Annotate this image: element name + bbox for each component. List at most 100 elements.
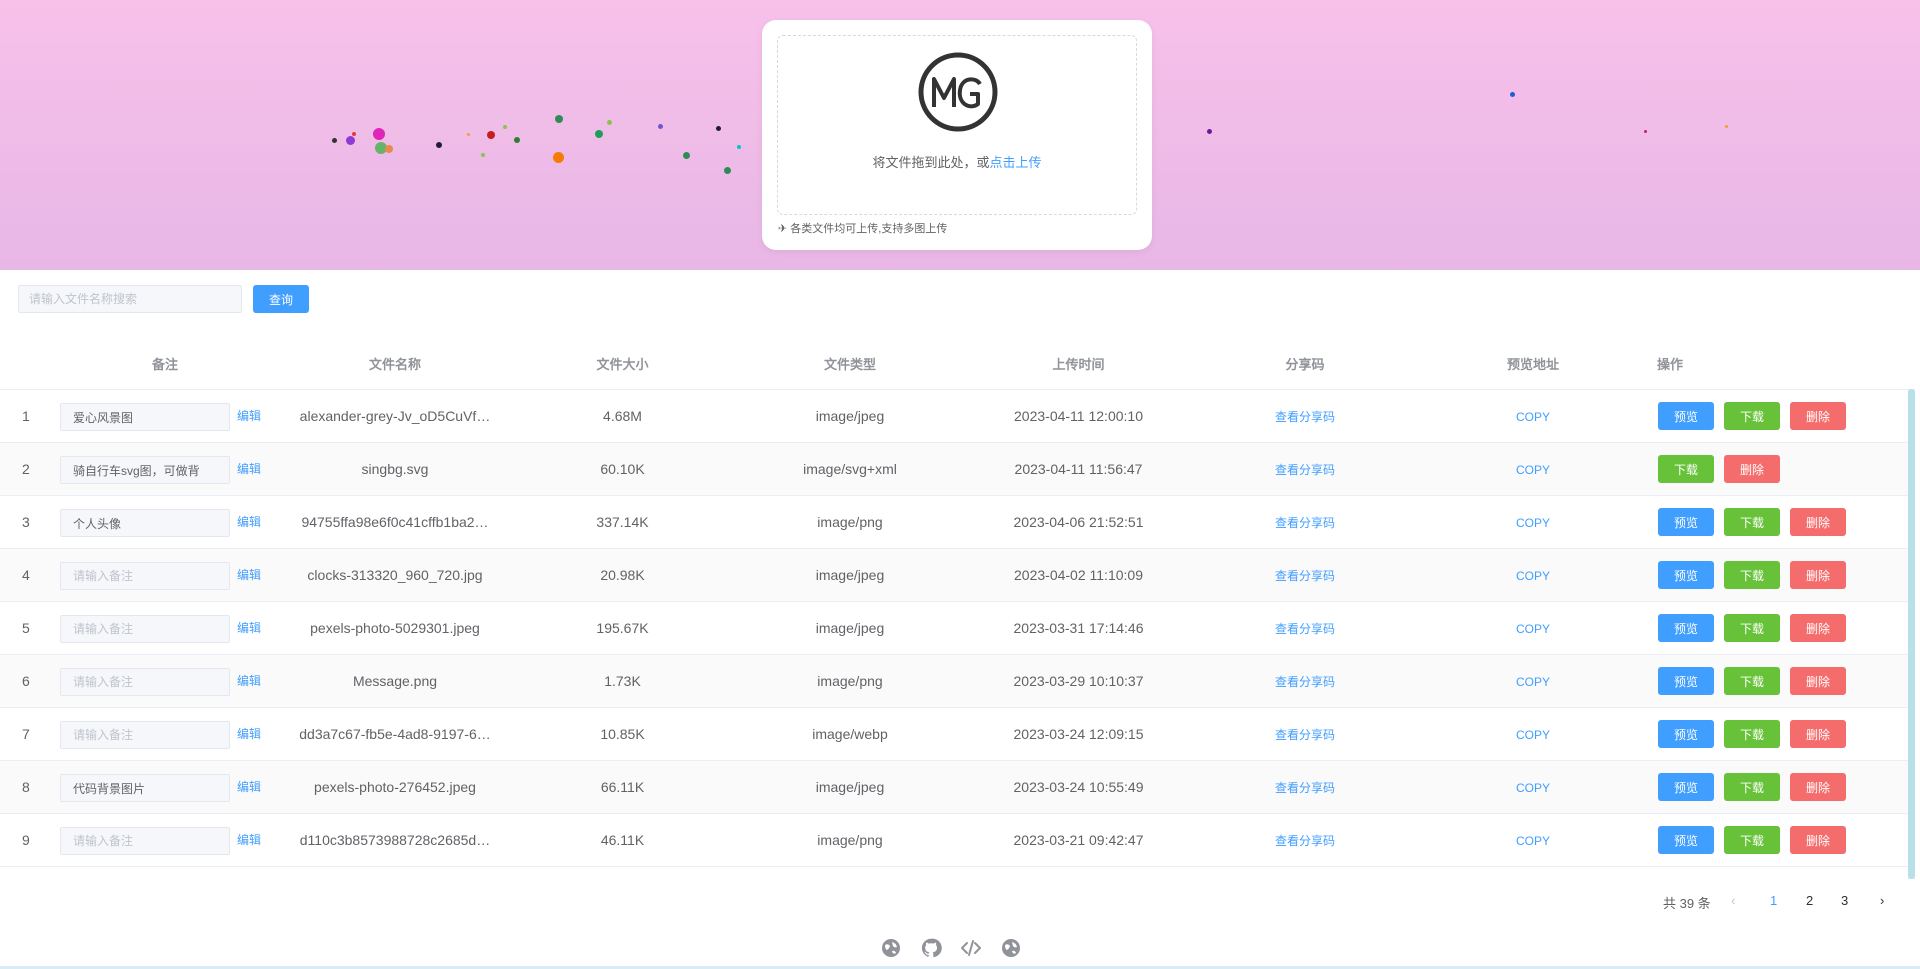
view-share-code-link[interactable]: 查看分享码 xyxy=(1275,834,1335,848)
view-share-code-link[interactable]: 查看分享码 xyxy=(1275,675,1335,689)
preview-button[interactable]: 预览 xyxy=(1658,402,1714,430)
particle-dot xyxy=(385,145,393,153)
pagination-prev-button[interactable]: ‹ xyxy=(1731,893,1735,908)
upload-time: 2023-04-11 11:56:47 xyxy=(1014,461,1143,477)
edit-note-link[interactable]: 编辑 xyxy=(237,496,261,548)
edit-note-link[interactable]: 编辑 xyxy=(237,655,261,707)
table-scrollbar-thumb[interactable] xyxy=(1908,389,1915,879)
header-actions: 操作 xyxy=(1656,357,1683,372)
row-index: 7 xyxy=(22,726,30,742)
particle-dot xyxy=(683,152,690,159)
download-button[interactable]: 下载 xyxy=(1724,826,1780,854)
copy-url-link[interactable]: COPY xyxy=(1516,834,1550,848)
github-icon[interactable] xyxy=(920,937,942,959)
code-icon[interactable] xyxy=(960,937,982,959)
copy-url-link[interactable]: COPY xyxy=(1516,569,1550,583)
preview-url-cell: COPY xyxy=(1433,496,1633,548)
preview-button[interactable]: 预览 xyxy=(1658,720,1714,748)
copy-url-link[interactable]: COPY xyxy=(1516,410,1550,424)
edit-note-link[interactable]: 编辑 xyxy=(237,443,261,495)
particle-dot xyxy=(724,167,731,174)
edit-note-link[interactable]: 编辑 xyxy=(237,708,261,760)
note-input[interactable] xyxy=(60,403,230,431)
delete-button[interactable]: 删除 xyxy=(1724,455,1780,483)
upload-time: 2023-03-24 10:55:49 xyxy=(1013,779,1144,795)
view-share-code-link[interactable]: 查看分享码 xyxy=(1275,463,1335,477)
file-name: Message.png xyxy=(352,673,438,689)
preview-url-cell: COPY xyxy=(1433,708,1633,760)
pagination-page-3[interactable]: 3 xyxy=(1841,893,1848,908)
edit-note-link[interactable]: 编辑 xyxy=(237,390,261,442)
table-row: 1 编辑 alexander-grey-Jv_oD5CuVf… 4.68M image/… xyxy=(0,390,1910,443)
download-button[interactable]: 下载 xyxy=(1724,561,1780,589)
download-button[interactable]: 下载 xyxy=(1724,773,1780,801)
delete-button[interactable]: 删除 xyxy=(1790,720,1846,748)
upload-time: 2023-03-31 17:14:46 xyxy=(1013,620,1144,636)
mg-logo-icon xyxy=(918,52,998,132)
pagination-page-1[interactable]: 1 xyxy=(1770,893,1777,908)
preview-url-cell: COPY xyxy=(1433,814,1633,866)
delete-button[interactable]: 删除 xyxy=(1790,773,1846,801)
delete-button[interactable]: 删除 xyxy=(1790,667,1846,695)
pagination-next-button[interactable]: › xyxy=(1880,893,1884,908)
note-input[interactable] xyxy=(60,615,230,643)
note-input[interactable] xyxy=(60,827,230,855)
copy-url-link[interactable]: COPY xyxy=(1516,516,1550,530)
view-share-code-link[interactable]: 查看分享码 xyxy=(1275,622,1335,636)
upload-click-link[interactable]: 点击上传 xyxy=(990,155,1042,170)
note-input[interactable] xyxy=(60,509,230,537)
download-button[interactable]: 下载 xyxy=(1658,455,1714,483)
table-row: 6 编辑 Message.png 1.73K image/png 2023-03-29 1… xyxy=(0,655,1910,708)
delete-button[interactable]: 删除 xyxy=(1790,614,1846,642)
particle-dot xyxy=(1725,125,1728,128)
view-share-code-link[interactable]: 查看分享码 xyxy=(1275,781,1335,795)
copy-url-link[interactable]: COPY xyxy=(1516,675,1550,689)
preview-button[interactable]: 预览 xyxy=(1658,614,1714,642)
download-button[interactable]: 下载 xyxy=(1724,614,1780,642)
copy-url-link[interactable]: COPY xyxy=(1516,463,1550,477)
search-button[interactable]: 查询 xyxy=(253,285,309,313)
download-button[interactable]: 下载 xyxy=(1724,667,1780,695)
edit-note-link[interactable]: 编辑 xyxy=(237,814,261,866)
note-input[interactable] xyxy=(60,721,230,749)
preview-button[interactable]: 预览 xyxy=(1658,826,1714,854)
edit-note-link[interactable]: 编辑 xyxy=(237,761,261,813)
delete-button[interactable]: 删除 xyxy=(1790,561,1846,589)
note-input[interactable] xyxy=(60,774,230,802)
download-button[interactable]: 下载 xyxy=(1724,720,1780,748)
search-input[interactable] xyxy=(18,285,242,313)
download-button[interactable]: 下载 xyxy=(1724,402,1780,430)
file-type: image/png xyxy=(817,673,883,689)
preview-button[interactable]: 预览 xyxy=(1658,561,1714,589)
view-share-code-link[interactable]: 查看分享码 xyxy=(1275,569,1335,583)
delete-button[interactable]: 删除 xyxy=(1790,508,1846,536)
file-table: 备注 文件名称 文件大小 文件类型 上传时间 分享码 预览地址 操作 1 编辑 al… xyxy=(0,345,1910,880)
preview-button[interactable]: 预览 xyxy=(1658,508,1714,536)
edit-note-link[interactable]: 编辑 xyxy=(237,602,261,654)
header-note: 备注 xyxy=(151,357,178,372)
file-size: 1.73K xyxy=(604,673,641,689)
globe-icon[interactable] xyxy=(880,937,902,959)
upload-tip-text: 各类文件均可上传,支持多图上传 xyxy=(790,223,948,235)
view-share-code-link[interactable]: 查看分享码 xyxy=(1275,516,1335,530)
file-size: 66.11K xyxy=(600,779,645,795)
note-input[interactable] xyxy=(60,456,230,484)
pagination-page-2[interactable]: 2 xyxy=(1806,893,1813,908)
copy-url-link[interactable]: COPY xyxy=(1516,728,1550,742)
delete-button[interactable]: 删除 xyxy=(1790,826,1846,854)
upload-drop-zone[interactable]: 将文件拖到此处，或点击上传 xyxy=(777,35,1137,215)
preview-button[interactable]: 预览 xyxy=(1658,667,1714,695)
edit-note-link[interactable]: 编辑 xyxy=(237,549,261,601)
download-button[interactable]: 下载 xyxy=(1724,508,1780,536)
note-input[interactable] xyxy=(60,562,230,590)
copy-url-link[interactable]: COPY xyxy=(1516,781,1550,795)
view-share-code-link[interactable]: 查看分享码 xyxy=(1275,410,1335,424)
note-input[interactable] xyxy=(60,668,230,696)
copy-url-link[interactable]: COPY xyxy=(1516,622,1550,636)
table-row: 5 编辑 pexels-photo-5029301.jpeg 195.67K image… xyxy=(0,602,1910,655)
view-share-code-link[interactable]: 查看分享码 xyxy=(1275,728,1335,742)
delete-button[interactable]: 删除 xyxy=(1790,402,1846,430)
preview-button[interactable]: 预览 xyxy=(1658,773,1714,801)
row-index: 5 xyxy=(22,620,30,636)
globe-icon[interactable] xyxy=(1000,937,1022,959)
